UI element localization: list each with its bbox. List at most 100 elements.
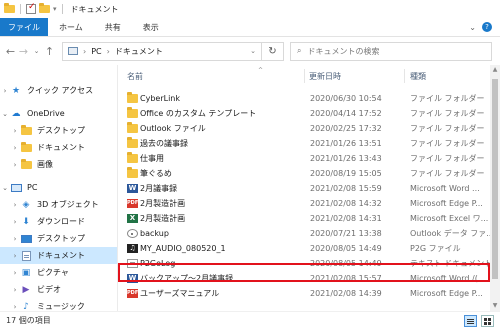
file-row-feb-minutes[interactable]: W 2月議事録 2021/02/08 15:59 Microsoft Word … (118, 181, 500, 196)
address-dropdown-icon[interactable]: ⌄ (250, 47, 256, 55)
chevron-right-icon[interactable]: › (0, 87, 10, 95)
desktop-icon (20, 234, 32, 244)
chevron-right-icon[interactable]: › (10, 127, 20, 135)
ribbon-tabs: ファイル ホーム 共有 表示 ⌄ ? (0, 18, 500, 37)
scroll-up-icon[interactable]: ▲ (490, 65, 500, 75)
sidebar-item-pictures[interactable]: › ▣ ピクチャ (0, 264, 117, 281)
properties-icon[interactable] (26, 2, 36, 14)
sidebar-item-pc[interactable]: ⌄ PC (0, 179, 117, 196)
file-name: 過去の議事録 (140, 139, 188, 148)
sidebar-item-label: デスクトップ (37, 126, 85, 135)
sidebar-item-videos[interactable]: › ▶ ビデオ (0, 281, 117, 298)
chevron-right-icon[interactable]: › (10, 252, 20, 260)
sidebar-item-label: ミュージック (37, 302, 85, 311)
folder-icon (127, 152, 138, 163)
tab-view[interactable]: 表示 (132, 18, 170, 36)
file-row-backup-feb-minutes[interactable]: W バックアップ～2月議事録 2021/02/08 15:57 Microsof… (118, 271, 500, 286)
sidebar-item-label: ドキュメント (37, 251, 85, 260)
scrollbar-thumb[interactable] (492, 79, 498, 279)
file-row-work[interactable]: 仕事用 2021/01/26 13:43 ファイル フォルダー (118, 151, 500, 166)
chevron-right-icon[interactable]: › (10, 235, 20, 243)
file-type: Microsoft Excel ワ... (410, 214, 489, 223)
file-row-office-templates[interactable]: Office のカスタム テンプレート 2020/04/14 17:52 ファイ… (118, 106, 500, 121)
forward-arrow-icon[interactable]: → (17, 45, 30, 58)
search-input[interactable]: ⌕ ドキュメントの検索 (290, 41, 492, 61)
text-file-icon (127, 259, 138, 268)
chevron-right-icon[interactable]: › (10, 269, 20, 277)
file-name: バックアップ～2月議事録 (140, 274, 234, 283)
breadcrumb-documents[interactable]: ドキュメント (115, 46, 163, 57)
folder-icon (127, 137, 138, 148)
refresh-button[interactable]: ↻ (262, 41, 284, 61)
file-type: ファイル フォルダー (410, 154, 485, 163)
column-divider[interactable] (304, 69, 305, 83)
sidebar-item-onedrive-images[interactable]: › 画像 (0, 156, 117, 173)
chevron-right-icon[interactable]: › (10, 303, 20, 311)
file-name: Outlook ファイル (140, 124, 206, 133)
customize-toolbar-icon[interactable]: ▾ (53, 5, 57, 13)
file-type: P2G ファイル (410, 244, 461, 253)
file-row-past-minutes[interactable]: 過去の議事録 2021/01/26 13:51 ファイル フォルダー (118, 136, 500, 151)
vertical-scrollbar[interactable]: ▲ ▼ (490, 65, 500, 311)
sidebar-item-quick-access[interactable]: › ★ クイック アクセス (0, 82, 117, 99)
file-date: 2020/04/14 17:52 (310, 109, 382, 118)
sidebar-item-label: 画像 (37, 160, 53, 169)
file-type: ファイル フォルダー (410, 109, 485, 118)
file-row-feb-production-excel[interactable]: X 2月製造計画 2021/02/08 14:31 Microsoft Exce… (118, 211, 500, 226)
address-bar[interactable]: › PC › ドキュメント ⌄ (62, 41, 262, 61)
file-date: 2021/02/08 14:39 (310, 289, 382, 298)
sidebar-item-downloads[interactable]: › ⬇ ダウンロード (0, 213, 117, 230)
chevron-right-icon[interactable]: › (10, 286, 20, 294)
file-row-p2golog[interactable]: P2GoLog 2020/08/05 14:49 テキスト ドキュメント (118, 256, 500, 271)
file-row-outlook-files[interactable]: Outlook ファイル 2020/02/25 17:32 ファイル フォルダー (118, 121, 500, 136)
navigation-bar: ← → ⌄ ↑ › PC › ドキュメント ⌄ ↻ ⌕ ドキュメントの検索 (0, 37, 500, 65)
cube-icon: ◈ (22, 199, 30, 210)
file-date: 2020/08/05 14:49 (310, 244, 382, 253)
file-type: Microsoft Edge P... (410, 289, 483, 298)
file-date: 2021/01/26 13:51 (310, 139, 382, 148)
sidebar-item-documents[interactable]: › ドキュメント (0, 247, 117, 264)
sidebar-item-desktop[interactable]: › デスクトップ (0, 230, 117, 247)
document-icon (20, 250, 32, 261)
chevron-right-icon[interactable]: › (10, 218, 20, 226)
sidebar-item-onedrive[interactable]: ⌄ ☁ OneDrive (0, 105, 117, 122)
chevron-right-icon[interactable]: › (10, 161, 20, 169)
sidebar-item-music[interactable]: › ♪ ミュージック (0, 298, 117, 312)
file-type: Outlook データ ファ... (410, 229, 490, 238)
file-row-my-audio[interactable]: ♫ MY_AUDIO_080520_1 2020/08/05 14:49 P2G… (118, 241, 500, 256)
column-date[interactable]: 更新日時 (309, 71, 341, 82)
details-view-button[interactable] (464, 315, 477, 327)
chevron-down-icon[interactable]: ⌄ (469, 23, 476, 32)
file-row-cyberlink[interactable]: CyberLink 2020/06/30 10:54 ファイル フォルダー (118, 91, 500, 106)
file-date: 2021/02/08 14:32 (310, 199, 382, 208)
column-type[interactable]: 種類 (410, 71, 426, 82)
folder-icon (127, 107, 138, 118)
file-row-fudegurume[interactable]: 筆ぐるめ 2020/08/19 15:05 ファイル フォルダー (118, 166, 500, 181)
up-arrow-icon[interactable]: ↑ (43, 45, 56, 58)
file-row-users-manual[interactable]: PDF ユーザーズマニュアル 2021/02/08 14:39 Microsof… (118, 286, 500, 301)
tab-file[interactable]: ファイル (0, 18, 48, 36)
file-row-backup[interactable]: backup 2020/07/21 13:38 Outlook データ ファ..… (118, 226, 500, 241)
chevron-right-icon[interactable]: › (10, 201, 20, 209)
chevron-down-icon[interactable]: ⌄ (0, 184, 10, 192)
help-icon[interactable]: ? (482, 22, 492, 32)
tab-home[interactable]: ホーム (48, 18, 94, 36)
tab-share[interactable]: 共有 (94, 18, 132, 36)
column-name[interactable]: 名前 (127, 71, 143, 82)
large-icons-view-button[interactable] (481, 315, 494, 327)
breadcrumb-pc[interactable]: PC (91, 47, 101, 56)
chevron-right-icon[interactable]: › (10, 144, 20, 152)
column-divider[interactable] (404, 69, 405, 83)
excel-file-icon: X (127, 214, 138, 223)
sidebar-item-onedrive-documents[interactable]: › ドキュメント (0, 139, 117, 156)
sidebar-item-3d-objects[interactable]: › ◈ 3D オブジェクト (0, 196, 117, 213)
scroll-down-icon[interactable]: ▼ (490, 301, 500, 311)
chevron-down-icon[interactable]: ⌄ (0, 110, 10, 118)
folder-icon (20, 141, 32, 153)
search-icon: ⌕ (297, 46, 302, 55)
new-folder-icon[interactable] (39, 3, 50, 13)
sidebar-item-onedrive-desktop[interactable]: › デスクトップ (0, 122, 117, 139)
recent-locations-icon[interactable]: ⌄ (30, 47, 43, 55)
file-row-feb-production-pdf[interactable]: PDF 2月製造計画 2021/02/08 14:32 Microsoft Ed… (118, 196, 500, 211)
back-arrow-icon[interactable]: ← (4, 45, 17, 58)
